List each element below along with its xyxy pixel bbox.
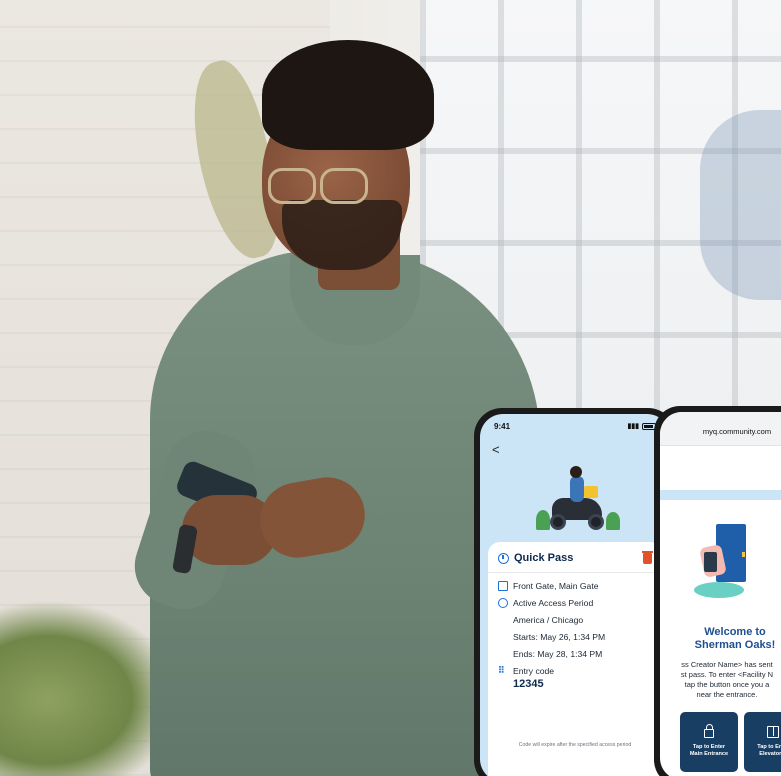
bush-shape	[536, 510, 550, 530]
url-text: myq.community.com	[702, 427, 772, 436]
elevator-button-label: Tap to Enab Elevator A	[757, 744, 781, 757]
action-buttons: Tap to Enter Main Entrance Tap to Enab E…	[680, 712, 781, 772]
back-icon: <	[492, 442, 500, 457]
wheel-shape	[588, 514, 604, 530]
bush-shape	[606, 512, 620, 530]
delivery-bag-shape	[584, 486, 598, 498]
quick-pass-screen: 9:41 ▮▮▮ < Quick Pass Front Gate, Main G…	[480, 414, 670, 776]
glasses-right-lens	[320, 168, 368, 204]
url-bar[interactable]: myq.community.com	[660, 412, 781, 446]
code-label: Entry code	[513, 666, 555, 676]
elevator-icon	[767, 726, 779, 738]
pass-card: Quick Pass Front Gate, Main Gate Active …	[488, 542, 662, 776]
pass-card-header: Quick Pass	[488, 542, 662, 573]
gate-row: Front Gate, Main Gate	[498, 581, 652, 591]
window-sign	[700, 110, 781, 300]
enable-elevator-button[interactable]: Tap to Enab Elevator A	[744, 712, 781, 772]
trash-icon[interactable]	[642, 550, 653, 564]
clock-icon	[498, 552, 509, 564]
welcome-message: ss Creator Name> has sent st pass. To en…	[660, 660, 781, 700]
message-line-2: st pass. To enter <Facility N	[680, 670, 774, 679]
scooter-illustration	[536, 466, 626, 532]
status-time: 9:41	[494, 421, 511, 431]
rider-shape	[570, 476, 584, 502]
period-icon	[498, 598, 508, 608]
timezone-text: America / Chicago	[513, 615, 584, 625]
welcome-line-2: Sherman Oaks!	[694, 639, 776, 651]
message-line-1: ss Creator Name> has sent	[681, 660, 773, 669]
pass-title-text: Quick Pass	[514, 552, 574, 564]
status-bar: 9:41 ▮▮▮	[480, 414, 670, 438]
gate-icon	[498, 581, 508, 591]
pass-card-title: Quick Pass	[498, 552, 573, 564]
gate-text: Front Gate, Main Gate	[513, 581, 599, 591]
message-line-3: tap the button once you a	[684, 680, 770, 689]
rider-head-shape	[570, 466, 582, 478]
keypad-icon: ⠿	[498, 665, 505, 675]
pass-card-body: Front Gate, Main Gate Active Access Peri…	[488, 573, 662, 705]
starts-text: Starts: May 26, 1:34 PM	[513, 632, 606, 642]
period-row: Active Access Period	[498, 598, 652, 608]
welcome-line-1: Welcome to	[704, 626, 766, 638]
glasses-left-lens	[268, 168, 316, 204]
door-knob-shape	[742, 552, 745, 557]
status-icons: ▮▮▮	[627, 422, 656, 430]
header-band	[660, 490, 781, 500]
period-label: Active Access Period	[513, 598, 594, 608]
entry-code-value: 12345	[513, 678, 544, 690]
web-pass-screen: myq.community.com Welcome to Sherman Oak…	[660, 412, 781, 776]
enter-main-entrance-button[interactable]: Tap to Enter Main Entrance	[680, 712, 738, 772]
back-button[interactable]: <	[492, 442, 500, 457]
phone-in-hand-shape	[704, 552, 717, 572]
code-row: ⠿ Entry code	[498, 665, 652, 677]
message-line-4: near the entrance.	[696, 690, 758, 699]
person-hair	[262, 40, 434, 150]
welcome-title: Welcome to Sherman Oaks!	[660, 626, 781, 652]
expire-note: Code will expire after the specified acc…	[518, 742, 632, 748]
lock-icon	[704, 724, 714, 738]
enter-button-label: Tap to Enter Main Entrance	[689, 744, 729, 757]
ends-text: Ends: May 28, 1:34 PM	[513, 649, 603, 659]
quick-pass-phone: 9:41 ▮▮▮ < Quick Pass Front Gate, Main G…	[474, 408, 676, 776]
web-pass-phone: myq.community.com Welcome to Sherman Oak…	[654, 406, 781, 776]
signal-icon: ▮▮▮	[627, 423, 639, 430]
entry-mat-shape	[694, 582, 744, 598]
wheel-shape	[550, 514, 566, 530]
